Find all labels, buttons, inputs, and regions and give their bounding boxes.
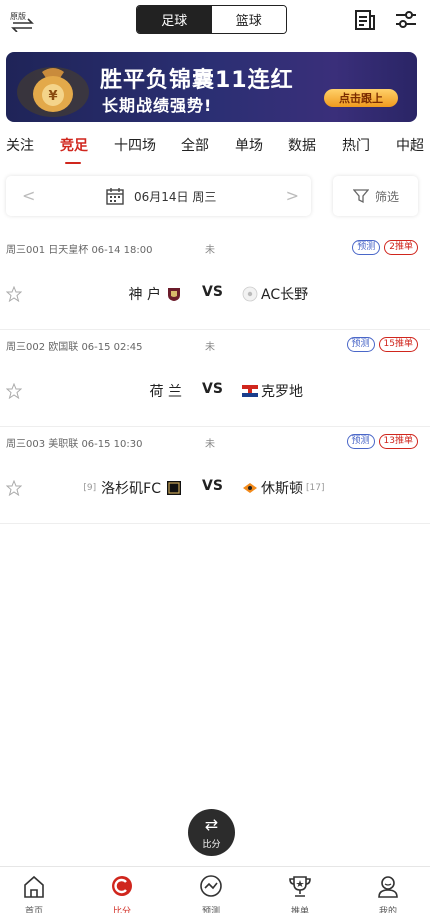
away-team: 休斯顿 [17] <box>242 478 324 498</box>
home-team-name: 神 户 <box>128 287 161 303</box>
fab-label: 比分 <box>202 840 221 850</box>
match-meta: 周三003 美职联 06-15 10:30 <box>6 439 143 450</box>
nav-label: 我的 <box>378 907 397 913</box>
tab-all[interactable]: 全部 <box>181 135 209 155</box>
team-crest-icon <box>168 288 180 301</box>
tab-jingzu[interactable]: 竞足 <box>60 135 88 155</box>
settings-sliders-icon[interactable] <box>395 9 417 31</box>
away-team-name: 休斯顿 <box>261 481 303 497</box>
original-version-label: 原版 <box>10 12 26 21</box>
vs-label: VS <box>202 284 223 300</box>
match-meta: 周三001 日天皇杯 06-14 18:00 <box>6 245 153 256</box>
active-tab-indicator <box>65 162 81 164</box>
swap-arrows-icon: ⇄ <box>204 815 219 834</box>
sport-switch: 足球 篮球 <box>136 5 287 34</box>
predict-badge[interactable]: 预测 <box>346 337 375 352</box>
push-badge[interactable]: 2推单 <box>384 240 418 255</box>
next-date-button[interactable]: > <box>286 186 299 205</box>
away-team: AC长野 <box>242 284 308 304</box>
tab-14-matches[interactable]: 十四场 <box>114 135 156 155</box>
current-date[interactable]: 06月14日 周三 <box>134 188 216 205</box>
predict-badge[interactable]: 预测 <box>346 434 375 449</box>
money-bag-icon: ¥ <box>17 67 89 117</box>
original-version-button[interactable]: 原版 <box>10 8 36 32</box>
nav-score[interactable]: 比分 <box>92 867 152 913</box>
vs-label: VS <box>202 381 223 397</box>
away-team: 克罗地 <box>242 381 303 401</box>
away-team-name: 克罗地 <box>261 384 303 400</box>
trend-icon <box>200 875 222 897</box>
star-icon[interactable] <box>6 480 22 496</box>
document-icon[interactable] <box>354 8 376 32</box>
tab-football[interactable]: 足球 <box>137 6 212 33</box>
banner-follow-button[interactable]: 点击跟上 <box>324 89 398 107</box>
prev-date-button[interactable]: < <box>22 186 35 205</box>
tab-follow[interactable]: 关注 <box>6 135 34 155</box>
match-badges: 预测 2推单 <box>352 240 418 255</box>
trophy-icon <box>289 876 311 897</box>
match-status: 未 <box>205 439 215 450</box>
star-icon[interactable] <box>6 286 22 302</box>
match-status: 未 <box>205 245 215 256</box>
score-icon <box>112 876 132 896</box>
team-crest-icon <box>167 481 181 495</box>
match-badges: 预测 15推单 <box>346 337 418 352</box>
filter-label: 筛选 <box>375 190 400 204</box>
funnel-icon <box>353 189 369 204</box>
tab-data[interactable]: 数据 <box>288 135 316 155</box>
nav-predict[interactable]: 预测 <box>181 867 241 913</box>
match-badges: 预测 13推单 <box>346 434 418 449</box>
tab-basketball[interactable]: 篮球 <box>211 6 286 33</box>
promo-banner[interactable]: ¥ 胜平负锦囊11连红 长期战绩强势! 点击跟上 <box>6 52 417 122</box>
filter-button[interactable]: 筛选 <box>333 176 418 216</box>
home-team: [9] 洛杉矶FC <box>83 478 182 498</box>
nav-label: 推单 <box>290 907 309 913</box>
home-icon <box>24 875 44 898</box>
nav-mine[interactable]: 我的 <box>358 867 418 913</box>
away-team-rank: [17] <box>306 483 325 493</box>
tab-single[interactable]: 单场 <box>235 135 263 155</box>
bottom-nav: 首页 比分 预测 推单 我的 <box>0 866 430 913</box>
match-row[interactable]: 周三003 美职联 06-15 10:30 未 预测 13推单 [9] 洛杉矶F… <box>0 427 430 524</box>
home-team: 神 户 <box>129 284 182 304</box>
croatia-flag-icon <box>242 385 258 397</box>
home-team-name: 洛杉矶FC <box>101 481 161 497</box>
nav-push[interactable]: 推单 <box>270 867 330 913</box>
nav-home[interactable]: 首页 <box>4 867 64 913</box>
match-status: 未 <box>205 342 215 353</box>
push-badge[interactable]: 13推单 <box>378 434 418 449</box>
vs-label: VS <box>202 478 223 494</box>
calendar-icon[interactable] <box>106 187 124 205</box>
home-team-name: 荷 兰 <box>149 384 182 400</box>
nav-label: 首页 <box>24 907 43 913</box>
away-team-name: AC长野 <box>261 287 309 303</box>
score-fab-button[interactable]: ⇄ 比分 <box>188 809 235 856</box>
category-tabs: 关注 竞足 十四场 全部 单场 数据 热门 中超 <box>0 135 430 165</box>
nav-label: 比分 <box>112 907 131 913</box>
predict-badge[interactable]: 预测 <box>352 240 381 255</box>
nav-label: 预测 <box>201 907 220 913</box>
match-meta: 周三002 欧国联 06-15 02:45 <box>6 342 143 353</box>
home-team-rank: [9] <box>83 483 97 493</box>
date-selector: < 06月14日 周三 > <box>6 176 311 216</box>
soccer-ball-icon <box>242 286 258 302</box>
home-team: 荷 兰 <box>150 381 182 401</box>
star-icon[interactable] <box>6 383 22 399</box>
banner-subtitle: 长期战绩强势! <box>102 96 213 115</box>
tab-hot[interactable]: 热门 <box>342 135 370 155</box>
team-crest-icon <box>243 483 257 493</box>
match-row[interactable]: 周三002 欧国联 06-15 02:45 未 预测 15推单 荷 兰 VS 克… <box>0 330 430 427</box>
user-icon <box>378 876 398 898</box>
match-row[interactable]: 周三001 日天皇杯 06-14 18:00 未 预测 2推单 神 户 VS A… <box>0 233 430 330</box>
top-bar: 原版 足球 篮球 <box>0 0 430 40</box>
banner-title: 胜平负锦囊11连红 <box>100 68 294 93</box>
push-badge[interactable]: 15推单 <box>378 337 418 352</box>
svg-text:¥: ¥ <box>48 89 57 104</box>
tab-csl[interactable]: 中超 <box>396 135 424 155</box>
